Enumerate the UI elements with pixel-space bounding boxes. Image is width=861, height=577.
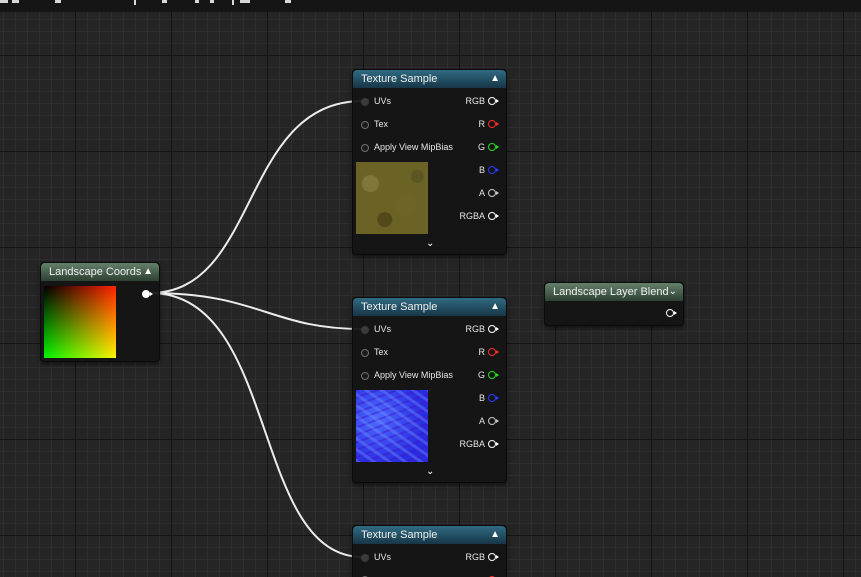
texture-sample-node-2[interactable]: Texture Sample ▲ UVs Tex Apply View MipB… — [352, 297, 507, 483]
mipbias-input-label: Apply View MipBias — [374, 142, 453, 152]
dirt-texture-preview — [356, 162, 428, 234]
normal-map-texture-preview — [356, 390, 428, 462]
output-pin[interactable] — [142, 290, 153, 298]
uv-gradient-preview — [44, 286, 116, 358]
chevron-up-icon[interactable]: ▲ — [143, 263, 153, 281]
uvs-input-pin[interactable] — [361, 554, 369, 562]
node-header[interactable]: Texture Sample ▲ — [353, 526, 506, 544]
chevron-up-icon[interactable]: ▲ — [490, 298, 500, 316]
tex-input-pin[interactable] — [361, 349, 369, 357]
rgb-output-pin[interactable] — [488, 553, 499, 561]
uvs-input-pin[interactable] — [361, 326, 369, 334]
b-output-pin[interactable] — [488, 166, 499, 174]
mipbias-input-pin[interactable] — [361, 372, 369, 380]
rgba-output-pin[interactable] — [488, 212, 499, 220]
node-header[interactable]: Texture Sample ▲ — [353, 298, 506, 316]
uvs-input-label: UVs — [374, 324, 392, 334]
rgb-output-label: RGB — [465, 552, 485, 562]
material-graph-canvas[interactable]: Landscape Coords ▲ Texture Sample ▲ UVs … — [0, 0, 861, 577]
node-title: Texture Sample — [361, 73, 438, 85]
tex-input-pin[interactable] — [361, 121, 369, 129]
chevron-down-icon[interactable]: ⌄ — [669, 283, 677, 301]
b-output-label: B — [478, 165, 485, 175]
uvs-input-label: UVs — [374, 552, 392, 562]
landscape-layer-blend-node[interactable]: Landscape Layer Blend ⌄ — [544, 282, 684, 326]
chevron-down-icon[interactable]: ⌄ — [426, 466, 434, 477]
texture-sample-node-1[interactable]: Texture Sample ▲ UVs Tex Apply View MipB… — [352, 69, 507, 255]
landscape-coords-node[interactable]: Landscape Coords ▲ — [40, 262, 160, 362]
uvs-input-label: UVs — [374, 96, 392, 106]
rgb-output-label: RGB — [465, 324, 485, 334]
node-title: Texture Sample — [361, 301, 438, 313]
tex-input-label: Tex — [374, 347, 389, 357]
mipbias-input-pin[interactable] — [361, 144, 369, 152]
node-title: Landscape Coords — [49, 266, 142, 278]
a-output-label: A — [478, 188, 485, 198]
r-output-pin[interactable] — [488, 120, 499, 128]
rgba-output-pin[interactable] — [488, 440, 499, 448]
uvs-input-pin[interactable] — [361, 98, 369, 106]
b-output-pin[interactable] — [488, 394, 499, 402]
r-output-label: R — [478, 347, 486, 357]
rgb-output-pin[interactable] — [488, 325, 499, 333]
chevron-up-icon[interactable]: ▲ — [490, 526, 500, 544]
r-output-pin[interactable] — [488, 348, 499, 356]
g-output-pin[interactable] — [488, 143, 499, 151]
node-title: Landscape Layer Blend — [553, 286, 669, 298]
chevron-up-icon[interactable]: ▲ — [490, 70, 500, 88]
texture-sample-node-3[interactable]: Texture Sample ▲ UVs RGB — [352, 525, 507, 577]
a-output-label: A — [478, 416, 485, 426]
mipbias-input-label: Apply View MipBias — [374, 370, 453, 380]
wire-coords-to-uv-3[interactable] — [149, 292, 364, 558]
rgba-output-label: RGBA — [459, 211, 485, 221]
g-output-label: G — [477, 142, 485, 152]
rgba-output-label: RGBA — [459, 439, 485, 449]
g-output-label: G — [477, 370, 485, 380]
node-header[interactable]: Texture Sample ▲ — [353, 70, 506, 88]
node-header[interactable]: Landscape Layer Blend ⌄ — [545, 283, 683, 301]
output-pin[interactable] — [666, 309, 677, 317]
rgb-output-label: RGB — [465, 96, 485, 106]
a-output-pin[interactable] — [488, 417, 499, 425]
wire-coords-to-uv-1[interactable] — [149, 100, 364, 294]
node-title: Texture Sample — [361, 529, 438, 541]
a-output-pin[interactable] — [488, 189, 499, 197]
b-output-label: B — [478, 393, 485, 403]
chevron-down-icon[interactable]: ⌄ — [426, 238, 434, 249]
r-output-label: R — [478, 119, 486, 129]
node-header[interactable]: Landscape Coords ▲ — [41, 263, 159, 281]
g-output-pin[interactable] — [488, 371, 499, 379]
tex-input-label: Tex — [374, 119, 389, 129]
rgb-output-pin[interactable] — [488, 97, 499, 105]
